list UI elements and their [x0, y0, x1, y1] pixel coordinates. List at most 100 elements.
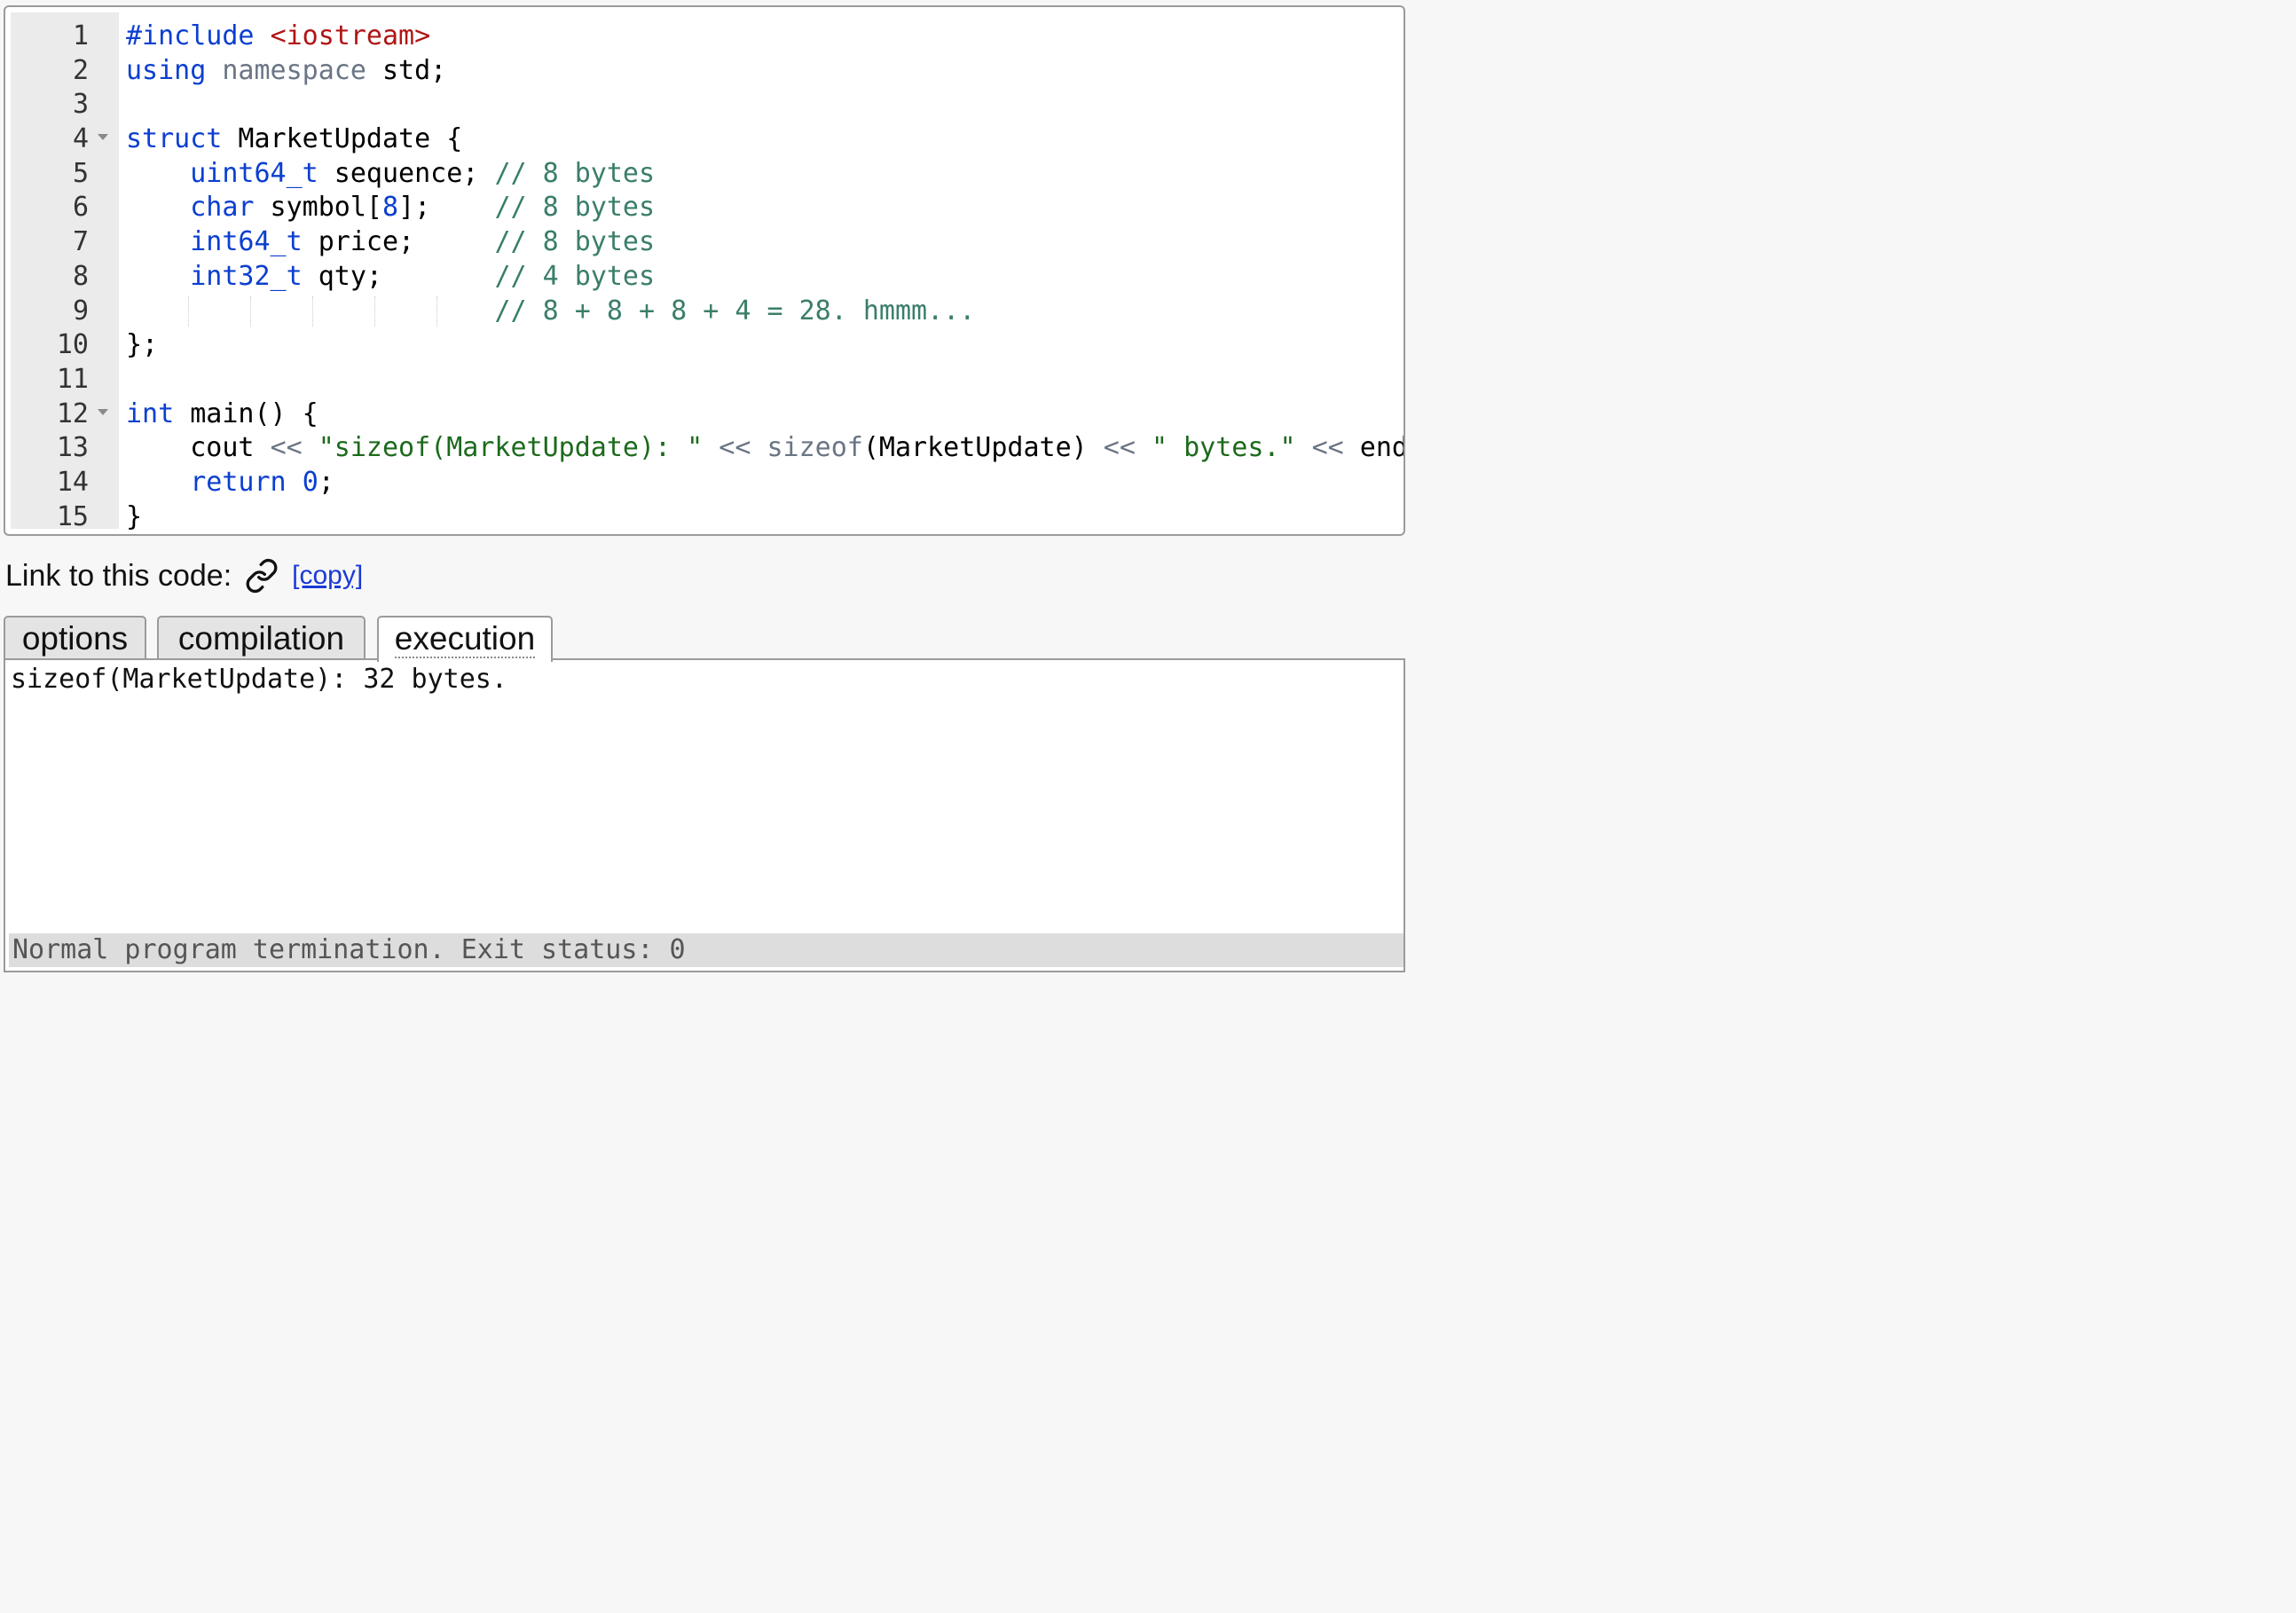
- line-code: struct MarketUpdate {: [126, 122, 462, 157]
- code-token: uint64_t: [190, 157, 318, 189]
- tab-label: execution: [394, 620, 536, 659]
- code-line[interactable]: 10};: [5, 328, 1404, 363]
- line-number: 12: [56, 397, 89, 429]
- code-token: struct: [126, 123, 223, 155]
- tab-compilation[interactable]: compilation: [157, 616, 366, 660]
- execution-output-panel: sizeof(MarketUpdate): 32 bytes. Normal p…: [4, 658, 1405, 972]
- tab-options[interactable]: options: [4, 616, 146, 660]
- code-token: return: [190, 466, 287, 498]
- code-token: cout: [126, 432, 271, 464]
- code-editor[interactable]: 1 #include <iostream> 2 using namespace std…: [4, 5, 1405, 536]
- code-token: " bytes.": [1151, 432, 1296, 464]
- code-token: sequence;: [318, 157, 495, 189]
- line-code: int32_t qty; // 4 bytes: [126, 260, 655, 295]
- code-token: price;: [302, 226, 495, 258]
- code-token: // 4 bytes: [494, 260, 656, 292]
- line-number: 5: [72, 157, 89, 189]
- code-token: #include: [126, 20, 255, 51]
- line-code: // 8 + 8 + 8 + 4 = 28. hmmm...: [126, 295, 975, 329]
- code-token: using: [126, 54, 207, 86]
- code-token: char: [190, 192, 255, 224]
- line-number: 6: [72, 192, 89, 224]
- line-code: int main() {: [126, 397, 318, 432]
- code-token: 8: [382, 192, 399, 224]
- line-number: 7: [72, 226, 89, 258]
- line-code: char symbol[8]; // 8 bytes: [126, 191, 655, 225]
- copy-link[interactable]: [copy]: [292, 561, 363, 591]
- code-line[interactable]: 12 int main() {: [5, 397, 1404, 432]
- code-token: std;: [366, 54, 447, 86]
- code-token: // 8 bytes: [494, 192, 656, 224]
- code-token: int: [126, 397, 175, 429]
- fold-arrow-icon[interactable]: [98, 408, 108, 415]
- line-number: 13: [56, 432, 89, 464]
- code-token: };: [126, 329, 159, 361]
- code-line[interactable]: 3: [5, 88, 1404, 122]
- code-token: // 8 + 8 + 8 + 4 = 28. hmmm...: [494, 295, 976, 327]
- link-icon[interactable]: [244, 558, 279, 594]
- code-line[interactable]: 4 struct MarketUpdate {: [5, 122, 1404, 157]
- code-token: int32_t: [190, 260, 303, 292]
- line-number: 4: [72, 123, 89, 155]
- code-token: namespace: [222, 54, 366, 86]
- code-line[interactable]: 7 int64_t price; // 8 bytes: [5, 225, 1404, 260]
- code-token: // 8 bytes: [494, 226, 656, 258]
- code-token: sizeof: [767, 432, 863, 464]
- tab-execution[interactable]: execution: [377, 616, 553, 662]
- fold-arrow-icon[interactable]: [98, 134, 108, 141]
- line-number: 15: [56, 500, 89, 532]
- code-token: }: [126, 500, 143, 532]
- code-token: "sizeof(MarketUpdate): ": [318, 432, 704, 464]
- code-line[interactable]: 9 // 8 + 8 + 8 + 4 = 28. hmmm...: [5, 295, 1404, 329]
- code-token: <<: [719, 432, 751, 464]
- code-line[interactable]: 6 char symbol[8]; // 8 bytes: [5, 191, 1404, 225]
- line-code: using namespace std;: [126, 54, 446, 89]
- code-token: qty;: [302, 260, 495, 292]
- code-line[interactable]: 11: [5, 363, 1404, 397]
- line-code: };: [126, 328, 158, 363]
- code-token: MarketUpdate {: [222, 123, 463, 155]
- code-token: 0: [302, 466, 318, 498]
- line-code: uint64_t sequence; // 8 bytes: [126, 157, 655, 192]
- line-code: return 0;: [126, 466, 334, 500]
- code-line[interactable]: 15}: [5, 500, 1404, 534]
- code-token: ;: [318, 466, 334, 498]
- tab-label: options: [21, 620, 129, 657]
- code-token: <<: [1103, 432, 1136, 464]
- program-output: sizeof(MarketUpdate): 32 bytes.: [11, 664, 507, 695]
- code-token: int64_t: [190, 226, 303, 258]
- code-line[interactable]: 13 cout << "sizeof(MarketUpdate): " << s…: [5, 431, 1404, 466]
- line-code: #include <iostream>: [126, 20, 430, 54]
- code-token: ];: [398, 192, 495, 224]
- code-token: <iostream>: [270, 20, 431, 51]
- line-code: int64_t price; // 8 bytes: [126, 225, 655, 260]
- line-number: 14: [56, 466, 89, 498]
- line-number: 1: [72, 20, 89, 51]
- code-token: // 8 bytes: [494, 157, 656, 189]
- code-line[interactable]: 5 uint64_t sequence; // 8 bytes: [5, 157, 1404, 192]
- tab-label: compilation: [177, 620, 345, 657]
- code-area[interactable]: 1 #include <iostream> 2 using namespace std…: [5, 20, 1404, 534]
- code-line[interactable]: 14 return 0;: [5, 466, 1404, 500]
- code-token: (MarketUpdate): [862, 432, 1104, 464]
- line-number: 9: [72, 295, 89, 327]
- code-line[interactable]: 2 using namespace std;: [5, 54, 1404, 89]
- code-token: main() {: [174, 397, 318, 429]
- link-label: Link to this code:: [5, 558, 232, 593]
- code-token: <<: [1311, 432, 1344, 464]
- code-line[interactable]: 1 #include <iostream>: [5, 20, 1404, 54]
- line-number: 10: [56, 329, 89, 361]
- code-line[interactable]: 8 int32_t qty; // 4 bytes: [5, 260, 1404, 295]
- link-row: Link to this code: [copy]: [5, 555, 363, 596]
- line-code: }: [126, 500, 143, 534]
